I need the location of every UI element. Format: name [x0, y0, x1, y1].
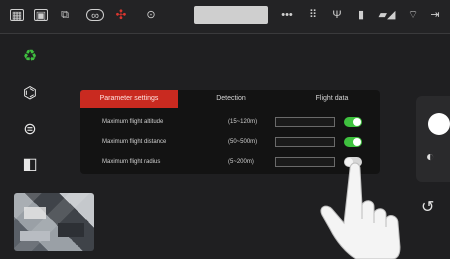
cube-icon[interactable]: ◧ — [18, 155, 42, 175]
row-label: Maximum flight radius — [102, 159, 161, 165]
setting-row-distance: Maximum flight distance (50~500m) — [80, 132, 380, 152]
video-record-icon[interactable]: ▣ — [34, 9, 48, 22]
antenna-icon: Ψ — [332, 9, 342, 21]
distance-toggle[interactable] — [344, 137, 362, 147]
pointing-hand-image — [320, 162, 401, 259]
tab-detection[interactable]: Detection — [184, 90, 278, 108]
wifi-icon: ⌔ — [407, 9, 419, 21]
camera-lens-icon[interactable]: ⊜ — [18, 120, 42, 140]
tab-parameter-settings[interactable]: Parameter settings — [80, 90, 178, 108]
row-range: (50~500m) — [228, 139, 258, 145]
tab-flight-data[interactable]: Flight data — [284, 90, 380, 108]
row-label: Maximum flight distance — [102, 139, 167, 145]
shutter-button[interactable] — [428, 113, 450, 135]
thumb-block — [24, 207, 46, 219]
toggle-knob — [353, 118, 361, 126]
top-toolbar: ▦ ▣ ⧉ ∞ ✣ ⊙ ••• ⠿ Ψ ▮ ▰◢ ⌔ ⇥ — [0, 0, 450, 34]
drone-icon[interactable]: ⌬ — [18, 84, 42, 104]
image-gallery-icon[interactable]: ▦ — [10, 9, 24, 22]
layers-icon[interactable]: ⧉ — [58, 9, 72, 21]
status-placeholder-box — [194, 6, 268, 24]
settings-circle-icon[interactable]: ⊙ — [144, 9, 158, 21]
recycle-icon[interactable]: ♻ — [18, 47, 42, 67]
row-label: Maximum flight altitude — [102, 119, 164, 125]
exit-icon[interactable]: ⇥ — [428, 9, 442, 21]
altitude-input[interactable] — [275, 117, 335, 127]
row-range: (15~120m) — [228, 119, 258, 125]
thumb-block — [58, 223, 84, 237]
toggle-knob — [353, 138, 361, 146]
altitude-toggle[interactable] — [344, 117, 362, 127]
settings-tabs: Parameter settings Detection Flight data — [80, 90, 380, 108]
thumb-block — [20, 231, 50, 241]
vr-glasses-icon[interactable]: ∞ — [86, 9, 104, 22]
setting-row-altitude: Maximum flight altitude (15~120m) — [80, 112, 380, 132]
grid-icon[interactable]: ⠿ — [306, 9, 320, 21]
signal-battery-icon: ▰◢ — [378, 9, 396, 21]
distance-input[interactable] — [275, 137, 335, 147]
phone-battery-icon: ▮ — [357, 9, 365, 21]
map-thumbnail[interactable] — [14, 193, 94, 251]
more-dots-icon[interactable]: ••• — [278, 9, 296, 21]
row-range: (5~200m) — [228, 159, 254, 165]
drone-red-icon[interactable]: ✣ — [114, 8, 128, 21]
